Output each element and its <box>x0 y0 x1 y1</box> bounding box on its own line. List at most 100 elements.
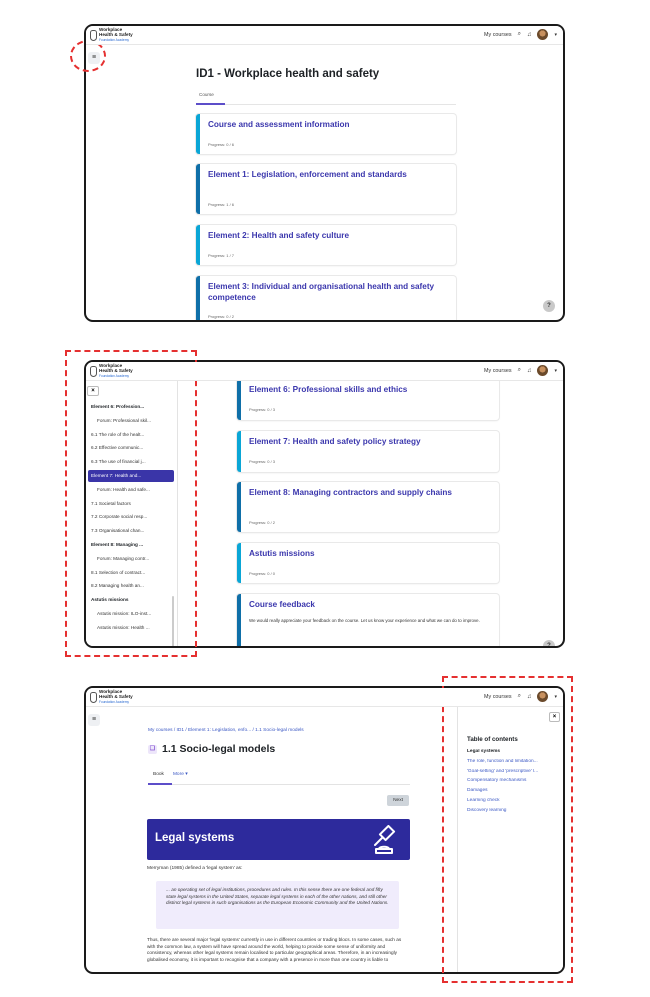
avatar[interactable] <box>537 365 549 376</box>
section-title[interactable]: Course feedback <box>249 600 491 611</box>
drawer-activity-item[interactable]: 6.1 The role of the healt... <box>88 429 174 441</box>
chapter-title: 1.1 Socio-legal models <box>162 743 276 755</box>
section-card[interactable]: Element 8: Managing contractors and supp… <box>237 482 499 532</box>
close-toc-button[interactable]: × <box>549 712 560 722</box>
help-button[interactable]: ? <box>543 300 555 312</box>
section-title[interactable]: Element 8: Managing contractors and supp… <box>249 488 491 499</box>
logo-line3: Foundation Academy <box>99 699 129 704</box>
drawer-activity-item[interactable]: Forum: Professional skil... <box>88 415 174 427</box>
site-logo[interactable]: Workplace Health & Safety Foundation Aca… <box>90 27 133 42</box>
logo-icon <box>90 365 97 377</box>
logo-line3: Foundation Academy <box>99 373 129 378</box>
drawer-activity-item[interactable]: 8.1 Selection of contract... <box>88 567 174 579</box>
toc-item[interactable]: 'Goal-setting' and 'prescriptive' l... <box>467 769 559 774</box>
top-navbar: Workplace Health & Safety Foundation Aca… <box>86 688 563 707</box>
drawer-activity-item[interactable]: 7.2 Corporate social resp... <box>88 511 174 523</box>
section-title[interactable]: Course and assessment information <box>208 120 448 131</box>
tab-course[interactable]: Course <box>199 92 214 97</box>
section-progress: Progress: 0 / 3 <box>249 407 276 412</box>
section-card[interactable]: Astutis missions Progress: 0 / 0 <box>237 543 499 583</box>
section-title[interactable]: Element 1: Legislation, enforcement and … <box>208 170 448 181</box>
user-nav: My courses ⌕ ♫ ▾ <box>484 365 557 376</box>
drawer-section-item[interactable]: Element 7: Health and... <box>88 470 174 482</box>
section-banner: Legal systems <box>147 819 410 860</box>
section-progress: Progress: 0 / 2 <box>249 520 276 525</box>
section-progress: Progress: 0 / 3 <box>249 459 276 464</box>
my-courses-link[interactable]: My courses <box>484 368 512 374</box>
help-button[interactable]: ? <box>543 640 555 646</box>
section-title[interactable]: Element 6: Professional skills and ethic… <box>249 385 491 396</box>
drawer-activity-item[interactable]: 7.1 Societal factors <box>88 498 174 510</box>
user-nav: My courses ⌕ ♫ ▾ <box>484 29 557 40</box>
section-card[interactable]: Element 6: Professional skills and ethic… <box>237 379 499 420</box>
drawer-section-item[interactable]: Element 8: Managing ... <box>88 539 174 551</box>
drawer-activity-item[interactable]: 8.2 Managing health an... <box>88 580 174 592</box>
next-button[interactable]: Next <box>387 795 409 806</box>
book-screen: Workplace Health & Safety Foundation Aca… <box>84 686 565 974</box>
section-card[interactable]: Course feedback We would really apprecia… <box>237 594 499 646</box>
section-title[interactable]: Astutis missions <box>249 549 491 560</box>
toc-item[interactable]: Discovery learning <box>467 808 559 813</box>
chevron-down-icon[interactable]: ▾ <box>554 32 557 38</box>
book-icon: ❏ <box>148 744 157 754</box>
my-courses-link[interactable]: My courses <box>484 32 512 38</box>
drawer-activity-item[interactable]: 6.2 Effective communic... <box>88 442 174 454</box>
drawer-scrollbar[interactable] <box>172 596 174 646</box>
bell-icon[interactable]: ♫ <box>527 368 532 374</box>
search-icon[interactable]: ⌕ <box>518 367 521 374</box>
avatar[interactable] <box>537 29 549 40</box>
open-drawer-button[interactable]: ≡ <box>88 52 100 64</box>
toc-item[interactable]: Legal systems <box>467 749 559 754</box>
open-drawer-button[interactable]: ≡ <box>88 714 100 726</box>
logo-line2: Health & Safety <box>99 693 133 699</box>
section-card[interactable]: Element 3: Individual and organisational… <box>196 276 456 320</box>
close-drawer-button[interactable]: × <box>87 386 99 396</box>
course-screen: Workplace Health & Safety Foundation Aca… <box>84 24 565 322</box>
drawer-activity-item[interactable]: Astutis mission: ILO-inst... <box>88 608 174 620</box>
tab-book[interactable]: Book <box>153 772 164 777</box>
site-logo[interactable]: Workplace Health & Safety Foundation Aca… <box>90 363 133 378</box>
page-title: ID1 - Workplace health and safety <box>196 68 380 80</box>
drawer-activity-item[interactable]: 7.3 Organisational chan... <box>88 525 174 537</box>
avatar[interactable] <box>537 691 549 702</box>
drawer-icon: ≡ <box>91 716 97 723</box>
section-title[interactable]: Element 2: Health and safety culture <box>208 231 448 242</box>
section-title[interactable]: Element 7: Health and safety policy stra… <box>249 437 491 448</box>
chevron-down-icon[interactable]: ▾ <box>554 368 557 374</box>
section-title[interactable]: Element 3: Individual and organisational… <box>208 282 448 303</box>
tab-divider <box>148 784 410 785</box>
section-card[interactable]: Element 1: Legislation, enforcement and … <box>196 164 456 214</box>
toc-drawer: × Table of contents Legal systems The rol… <box>457 707 563 972</box>
chevron-down-icon[interactable]: ▾ <box>554 694 557 700</box>
drawer-activity-item[interactable]: Astutis mission: Health ... <box>88 622 174 634</box>
course-drawer-screen: Workplace Health & Safety Foundation Aca… <box>84 360 565 648</box>
logo-line2: Health & Safety <box>99 31 133 37</box>
drawer-section-item[interactable]: Astutis missions <box>88 594 174 606</box>
quote-block: ... an operating set of legal institutio… <box>156 881 399 929</box>
section-card[interactable]: Element 2: Health and safety culture Pro… <box>196 225 456 265</box>
toc-item[interactable]: Learning check <box>467 798 559 803</box>
search-icon[interactable]: ⌕ <box>518 31 521 38</box>
toc-item[interactable]: Compensatory mechanisms <box>467 778 559 783</box>
toc-item[interactable]: Damages <box>467 788 559 793</box>
drawer-icon: ≡ <box>91 54 97 61</box>
drawer-activity-item[interactable]: Forum: Managing contr... <box>88 553 174 565</box>
gavel-icon <box>374 825 396 854</box>
breadcrumb[interactable]: My courses / ID1 / Element 1: Legislatio… <box>148 728 304 733</box>
tab-divider <box>196 104 456 105</box>
my-courses-link[interactable]: My courses <box>484 694 512 700</box>
site-logo[interactable]: Workplace Health & Safety Foundation Aca… <box>90 689 133 704</box>
toc-item[interactable]: The role, function and limitation... <box>467 759 559 764</box>
close-icon: × <box>91 388 95 394</box>
section-card[interactable]: Course and assessment information Progre… <box>196 114 456 154</box>
section-card[interactable]: Element 7: Health and safety policy stra… <box>237 431 499 472</box>
drawer-activity-item[interactable]: Forum: Health and safe... <box>88 484 174 496</box>
section-progress: Progress: 0 / 0 <box>249 571 276 576</box>
drawer-activity-item[interactable]: 6.3 The use of financial j... <box>88 456 174 468</box>
bell-icon[interactable]: ♫ <box>527 32 532 38</box>
drawer-section-item[interactable]: Element 6: Profession... <box>88 401 174 413</box>
logo-line3: Foundation Academy <box>99 37 129 42</box>
tab-more[interactable]: More ▾ <box>173 772 188 777</box>
bell-icon[interactable]: ♫ <box>527 694 532 700</box>
search-icon[interactable]: ⌕ <box>518 693 521 700</box>
